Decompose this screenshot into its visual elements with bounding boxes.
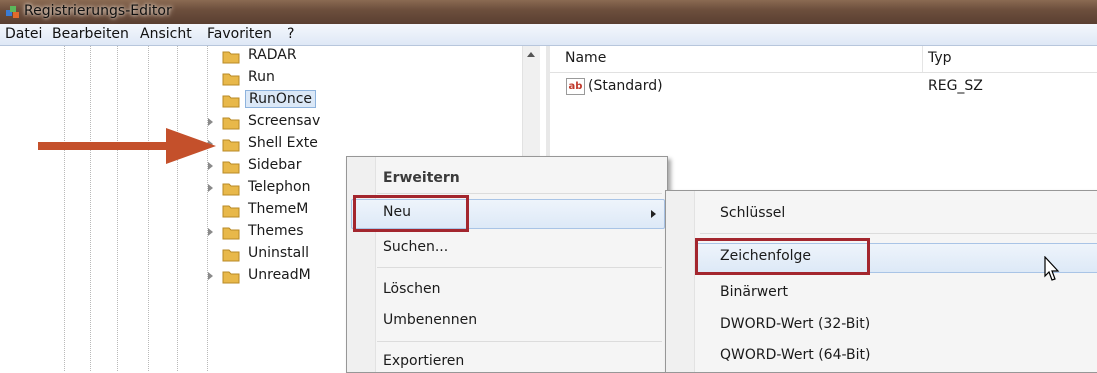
menu-help[interactable]: ?: [287, 26, 294, 42]
menu-item-exportieren[interactable]: Exportieren: [383, 353, 464, 369]
folder-icon: [222, 73, 240, 86]
menu-gutter: [347, 157, 376, 372]
tree-guide-line: [90, 46, 92, 371]
menu-bearbeiten[interactable]: Bearbeiten: [52, 26, 129, 42]
folder-icon: [222, 271, 240, 284]
window-title: Registrierungs-Editor: [24, 3, 172, 19]
submenu-neu: Schlüssel Zeichenfolge Binärwert DWORD-W…: [665, 190, 1097, 373]
folder-icon: [222, 139, 240, 152]
submenu-arrow-icon: [651, 210, 656, 218]
folder-icon: [222, 95, 240, 108]
folder-icon: [222, 205, 240, 218]
annotation-arrow-icon: [38, 128, 216, 164]
scroll-up-icon[interactable]: [527, 52, 535, 57]
submenu-item-dword[interactable]: DWORD-Wert (32-Bit): [720, 316, 870, 332]
annotation-box-zeichenfolge: [695, 238, 870, 275]
submenu-item-binaerwert[interactable]: Binärwert: [720, 284, 788, 300]
column-divider[interactable]: [922, 46, 923, 72]
menu-separator: [377, 193, 662, 194]
tree-guide-line: [207, 46, 209, 371]
menu-datei[interactable]: Datei: [5, 26, 42, 42]
menu-bar: Datei Bearbeiten Ansicht Favoriten ?: [0, 24, 1097, 46]
menu-item-loeschen[interactable]: Löschen: [383, 281, 440, 297]
folder-icon: [222, 183, 240, 196]
list-header: Name Typ: [550, 46, 1097, 73]
annotation-box-neu: [353, 195, 469, 232]
menu-item-suchen[interactable]: Suchen...: [383, 239, 448, 255]
menu-item-erweitern[interactable]: Erweitern: [383, 170, 460, 186]
folder-icon: [222, 161, 240, 174]
menu-separator: [377, 267, 662, 268]
menu-ansicht[interactable]: Ansicht: [140, 26, 192, 42]
folder-icon: [222, 117, 240, 130]
value-type: REG_SZ: [928, 78, 983, 94]
column-header-type[interactable]: Typ: [928, 50, 952, 66]
folder-icon: [222, 51, 240, 64]
registry-editor-icon: [6, 6, 19, 18]
title-bar: Registrierungs-Editor: [0, 0, 1097, 24]
menu-gutter: [666, 191, 695, 372]
folder-icon: [222, 227, 240, 240]
expand-arrow-icon[interactable]: [208, 228, 213, 236]
tree-guide-line: [177, 46, 179, 371]
menu-item-umbenennen[interactable]: Umbenennen: [383, 312, 477, 328]
tree-guide-line: [148, 46, 150, 371]
column-header-name[interactable]: Name: [565, 50, 606, 66]
menu-favoriten[interactable]: Favoriten: [207, 26, 272, 42]
folder-icon: [222, 249, 240, 262]
submenu-item-schluessel[interactable]: Schlüssel: [720, 205, 785, 221]
mouse-cursor-icon: [1044, 256, 1060, 281]
tree-guide-line: [64, 46, 66, 371]
expand-arrow-icon[interactable]: [208, 272, 213, 280]
table-row[interactable]: ab (Standard) REG_SZ: [550, 76, 1097, 98]
menu-separator: [700, 233, 1097, 234]
expand-arrow-icon[interactable]: [208, 184, 213, 192]
tree-guide-line: [117, 46, 119, 371]
string-value-icon: ab: [566, 78, 585, 95]
context-menu: Erweitern Neu Suchen... Löschen Umbenenn…: [346, 156, 668, 373]
submenu-item-qword[interactable]: QWORD-Wert (64-Bit): [720, 347, 870, 363]
value-name: (Standard): [588, 78, 663, 94]
menu-separator: [377, 341, 662, 342]
